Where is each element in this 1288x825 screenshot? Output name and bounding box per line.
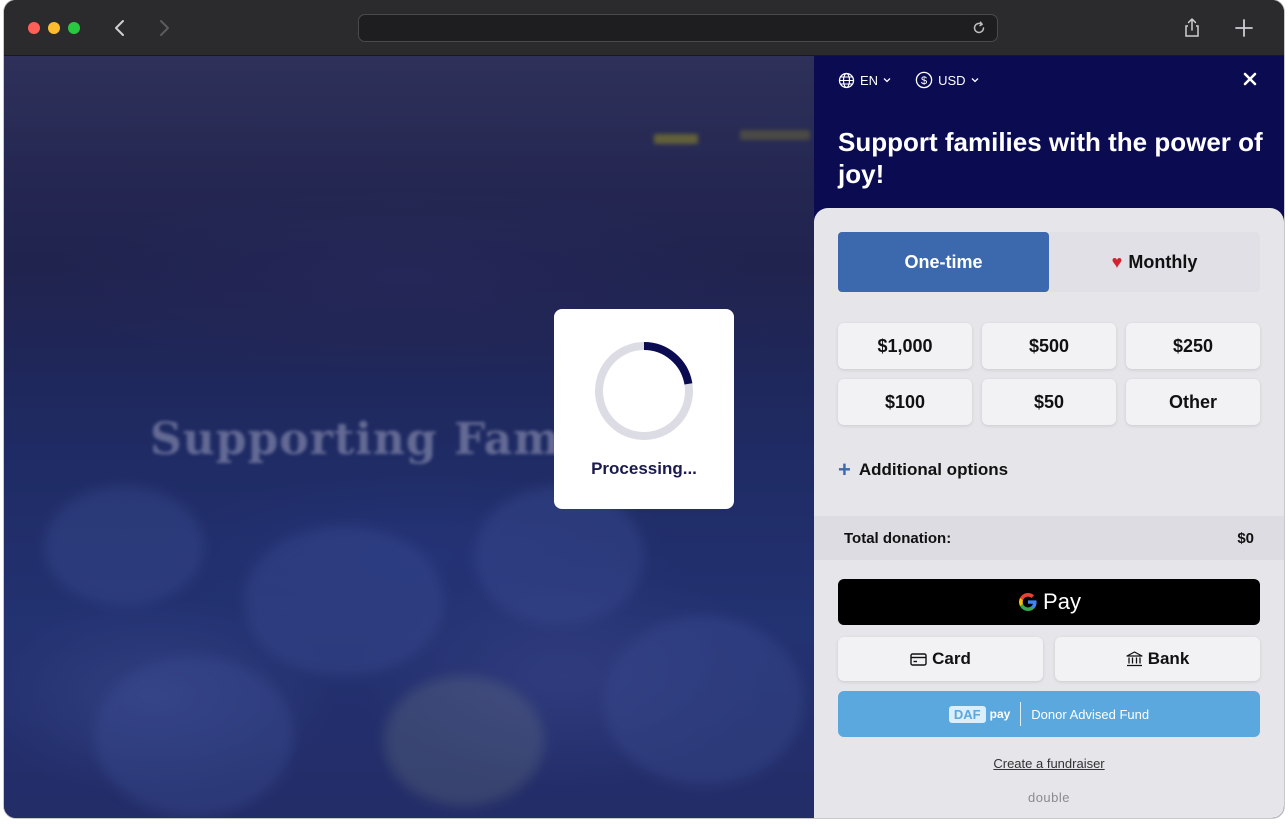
amount-button-other[interactable]: Other [1126, 379, 1260, 425]
address-bar[interactable] [358, 14, 998, 42]
additional-options-label: Additional options [858, 460, 1009, 479]
bank-label: Bank [1147, 649, 1190, 668]
svg-text:$: $ [921, 75, 927, 87]
chevron-down-icon [883, 78, 891, 83]
bank-icon [1126, 651, 1143, 667]
daf-pay-button[interactable]: DAF pay Donor Advised Fund [838, 691, 1260, 737]
donation-form: One-time ♥ Monthly $1,000 $500 $250 $100… [814, 208, 1284, 818]
amount-button-100[interactable]: $100 [838, 379, 972, 425]
daf-pay-text: pay [989, 707, 1011, 721]
daf-logo: DAF [948, 705, 986, 723]
browser-window: Supporting Familithe Processing... EN $ … [4, 0, 1284, 818]
dollar-icon: $ [915, 71, 933, 89]
daf-label: Donor Advised Fund [1031, 706, 1150, 722]
reload-icon[interactable] [971, 20, 987, 36]
forward-button[interactable] [152, 16, 176, 40]
chevron-left-icon [115, 20, 124, 36]
back-button[interactable] [108, 16, 132, 40]
card-button[interactable]: Card [838, 637, 1043, 681]
close-button[interactable] [1240, 70, 1260, 90]
google-icon [1019, 593, 1037, 611]
chevron-down-icon [971, 78, 978, 83]
language-select[interactable]: EN $ USD [838, 70, 985, 90]
card-label: Card [932, 649, 971, 668]
donation-panel: EN $ USD Support families with the power… [814, 56, 1284, 818]
amount-button-250[interactable]: $250 [1126, 323, 1260, 369]
additional-options-toggle[interactable]: + Additional options [838, 458, 1008, 482]
monthly-button[interactable]: ♥ Monthly [1049, 232, 1260, 292]
spinner-icon [595, 342, 693, 440]
panel-header: EN $ USD Support families with the power… [814, 56, 1284, 208]
total-donation-row: Total donation: $0 [814, 516, 1284, 560]
plus-icon: + [838, 457, 851, 482]
currency-label: USD [938, 72, 966, 88]
total-value: $0 [1237, 529, 1254, 547]
one-time-button[interactable]: One-time [838, 232, 1049, 292]
language-label: EN [860, 72, 879, 88]
chevron-right-icon [160, 20, 169, 36]
panel-heading: Support families with the power of joy! [838, 127, 1263, 189]
google-pay-label: Pay [1043, 589, 1081, 614]
amount-button-50[interactable]: $50 [982, 379, 1116, 425]
globe-icon [838, 72, 855, 88]
processing-dialog: Processing... [554, 309, 734, 509]
close-window-button[interactable] [28, 22, 40, 34]
plus-icon[interactable] [1232, 16, 1256, 40]
credit-card-icon [910, 652, 927, 666]
zoom-window-button[interactable] [68, 22, 80, 34]
heart-icon: ♥ [1111, 251, 1123, 272]
brand-logo: double [1027, 790, 1071, 805]
minimize-window-button[interactable] [48, 22, 60, 34]
processing-text: Processing... [591, 459, 697, 478]
frequency-toggle: One-time ♥ Monthly [838, 232, 1260, 292]
monthly-label: Monthly [1128, 251, 1198, 272]
browser-toolbar [4, 0, 1284, 56]
total-label: Total donation: [844, 529, 952, 547]
amount-button-500[interactable]: $500 [982, 323, 1116, 369]
close-icon [1243, 72, 1257, 86]
share-icon[interactable] [1180, 16, 1204, 40]
page-content: Supporting Familithe Processing... EN $ … [4, 56, 1284, 818]
amount-button-1000[interactable]: $1,000 [838, 323, 972, 369]
bank-button[interactable]: Bank [1055, 637, 1260, 681]
create-fundraiser-link[interactable]: Create a fundraiser [814, 756, 1284, 771]
google-pay-button[interactable]: Pay [838, 579, 1260, 625]
